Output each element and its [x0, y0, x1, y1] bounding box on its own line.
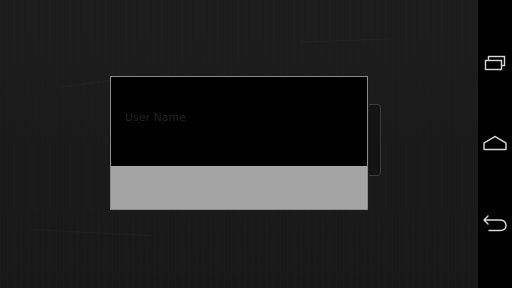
background-panel-edge [369, 104, 381, 176]
back-button[interactable] [478, 203, 512, 243]
recent-apps-button[interactable] [478, 43, 512, 83]
login-dialog [110, 76, 368, 210]
username-input[interactable] [123, 105, 355, 129]
recent-apps-icon [484, 55, 506, 71]
home-button[interactable] [478, 123, 512, 163]
dialog-content [111, 77, 367, 166]
system-navigation-bar [478, 0, 512, 288]
dialog-button-bar[interactable] [111, 166, 367, 209]
back-icon [483, 215, 507, 232]
device-screen [0, 0, 512, 288]
home-icon [483, 135, 507, 151]
